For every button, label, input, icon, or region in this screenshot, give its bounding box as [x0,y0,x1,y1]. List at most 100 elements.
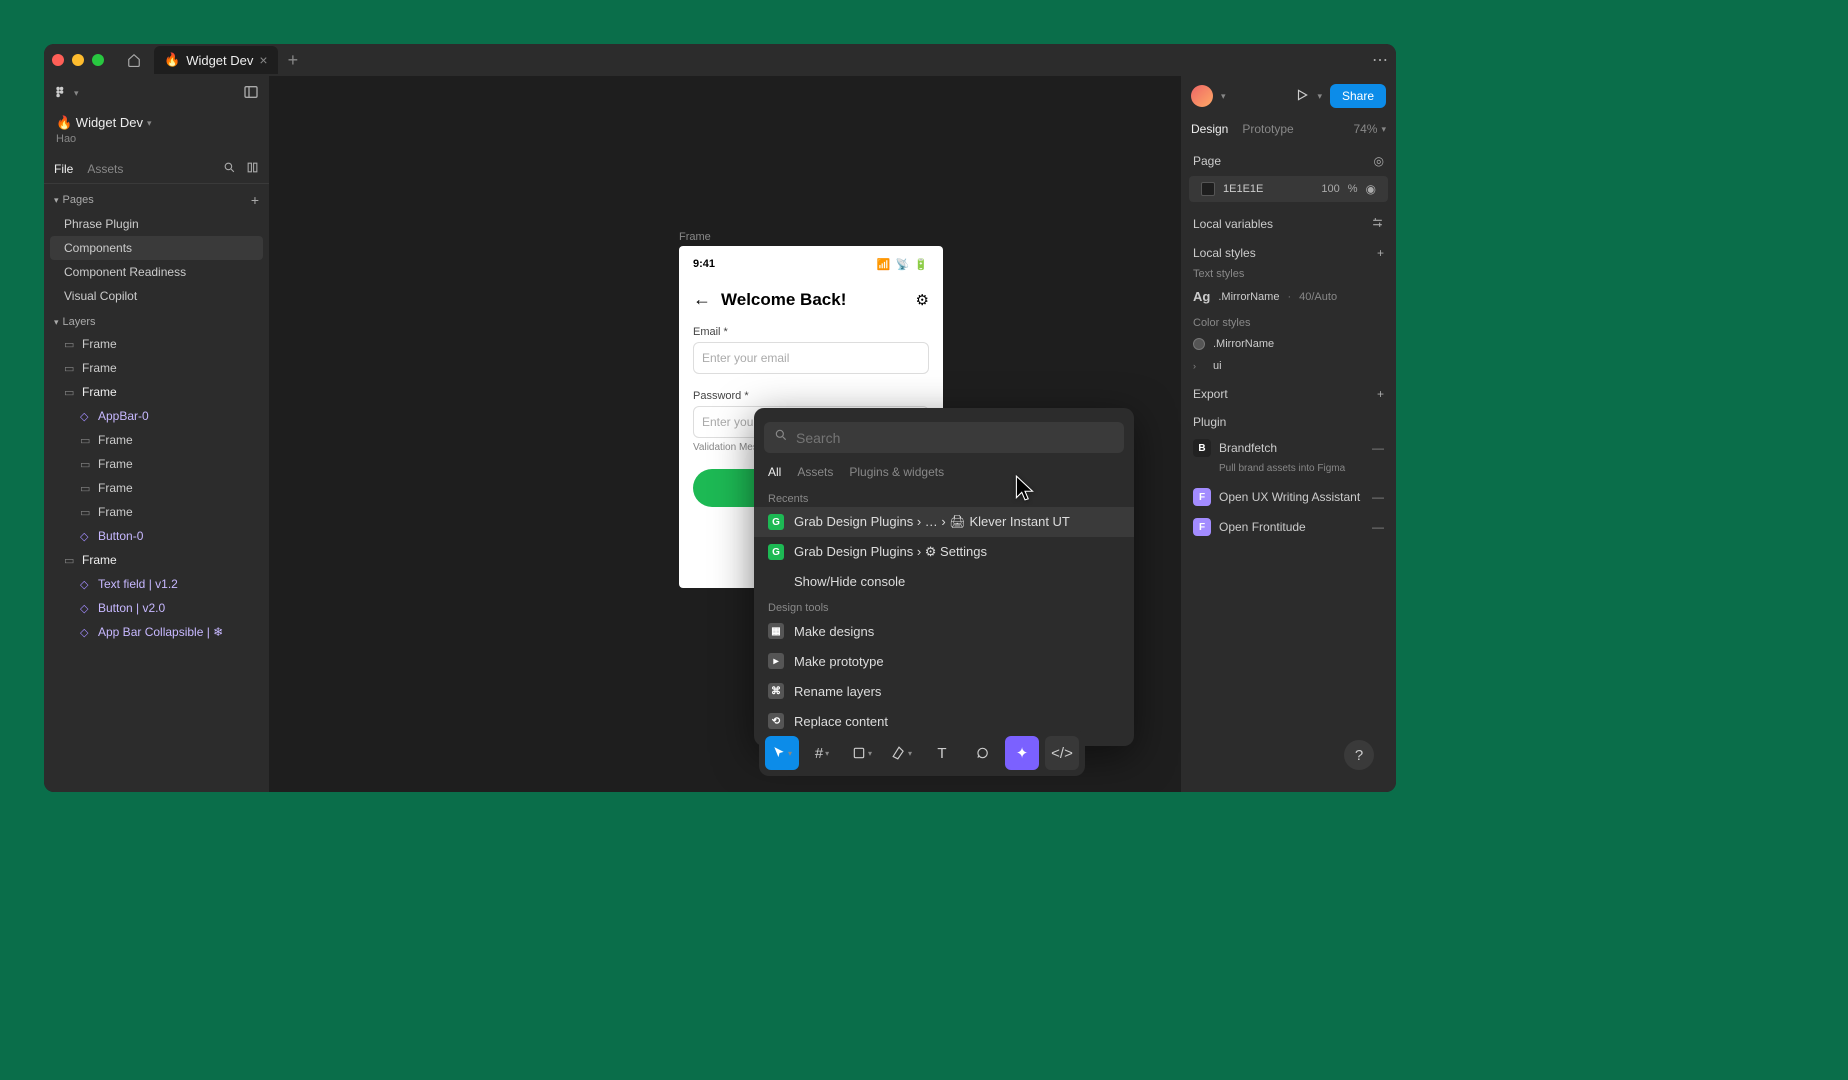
qa-tool-item[interactable]: ▸Make prototype [754,646,1134,676]
canvas[interactable]: Frame 9:41 📶 📡 🔋 ← Welcome Back! ⚙ Email… [269,76,1181,792]
library-icon[interactable] [246,161,259,177]
layers-header[interactable]: ▾ Layers [44,308,269,332]
close-tab-icon[interactable]: × [259,52,267,68]
local-variables-header[interactable]: Local variables [1181,206,1396,236]
pen-tool[interactable]: ▾ [885,736,919,770]
chevron-down-icon[interactable]: ▾ [74,88,79,99]
close-window-icon[interactable] [52,54,64,66]
help-button[interactable]: ? [1344,740,1374,770]
qa-tool-item[interactable]: ▦Make designs [754,616,1134,646]
layer-item[interactable]: ▭Frame [44,332,269,356]
layer-item[interactable]: ▭Frame [44,428,269,452]
remove-plugin-icon[interactable]: — [1372,441,1384,455]
ai-tool[interactable]: ✦ [1005,736,1039,770]
layer-item[interactable]: ◇AppBar-0 [44,404,269,428]
page-item[interactable]: Visual Copilot [44,284,269,308]
text-style-item[interactable]: Ag .MirrorName · 40/Auto [1181,284,1396,309]
dev-mode-toggle[interactable]: </> [1045,736,1079,770]
layer-item[interactable]: ▭Frame [44,356,269,380]
layer-item[interactable]: ▭Frame [44,452,269,476]
chevron-down-icon[interactable]: ▾ [1317,91,1322,102]
home-button[interactable] [120,46,148,74]
search-icon[interactable] [223,161,236,177]
qa-tool-item[interactable]: ⌘Rename layers [754,676,1134,706]
maximize-window-icon[interactable] [92,54,104,66]
layer-item[interactable]: ▭Frame [44,548,269,572]
figma-menu-icon[interactable] [54,85,68,102]
layer-item[interactable]: ◇App Bar Collapsible | ❄ [44,620,269,644]
shape-tool[interactable]: ▾ [845,736,879,770]
tab-file[interactable]: File [54,162,73,176]
move-tool[interactable]: ▾ [765,736,799,770]
qa-tab-assets[interactable]: Assets [797,465,833,479]
qa-recent-item[interactable]: GGrab Design Plugins › ⚙ Settings [754,537,1134,567]
layer-item[interactable]: ▭Frame [44,500,269,524]
tab-prototype[interactable]: Prototype [1242,122,1293,136]
frame-label[interactable]: Frame [679,231,711,243]
qa-search[interactable] [764,422,1124,453]
variables-settings-icon[interactable] [1371,216,1384,232]
export-header[interactable]: Export + [1181,377,1396,405]
panel-toggle-icon[interactable] [243,84,259,103]
project-name-label: 🔥 Widget Dev [56,115,143,131]
qa-item-label: Show/Hide console [794,574,905,589]
tool-icon: ▦ [768,623,784,639]
comment-tool[interactable] [965,736,999,770]
frame-icon: ▭ [80,458,92,471]
layer-item[interactable]: ◇Button | v2.0 [44,596,269,620]
text-style-icon: Ag [1193,289,1210,304]
frame-icon: ▭ [64,554,76,567]
color-style-item[interactable]: .MirrorName [1181,333,1396,355]
add-style-icon[interactable]: + [1377,246,1384,260]
layer-item[interactable]: ▭Frame [44,476,269,500]
qa-recent-item[interactable]: GGrab Design Plugins › … › 🖨 Klever Inst… [754,507,1134,537]
page-item[interactable]: Phrase Plugin [44,212,269,236]
qa-search-input[interactable] [796,430,1114,446]
frame-tool[interactable]: #▾ [805,736,839,770]
chevron-down-icon[interactable]: ▾ [1221,91,1226,102]
more-menu-icon[interactable]: ⋯ [1372,50,1388,70]
tab-design[interactable]: Design [1191,122,1228,136]
plugin-item[interactable]: FOpen UX Writing Assistant— [1181,482,1396,512]
tab-assets[interactable]: Assets [87,162,123,176]
color-group-item[interactable]: › ui [1181,355,1396,377]
layer-item[interactable]: ▭Frame [44,380,269,404]
project-name[interactable]: 🔥 Widget Dev ▾ [44,111,269,133]
qa-recent-item[interactable]: Show/Hide console [754,567,1134,596]
new-tab-button[interactable]: + [288,50,299,71]
layer-item[interactable]: ◇Button-0 [44,524,269,548]
qa-tab-all[interactable]: All [768,465,781,479]
zoom-control[interactable]: 74% ▾ [1353,122,1386,136]
add-export-icon[interactable]: + [1377,387,1384,401]
remove-plugin-icon[interactable]: — [1372,520,1384,534]
back-arrow-icon: ← [693,289,711,310]
qa-item-label: Grab Design Plugins › … › 🖨 Klever Insta… [794,514,1070,530]
page-background-row[interactable]: 1E1E1E 100 % ◉ [1189,176,1388,202]
remove-plugin-icon[interactable]: — [1372,490,1384,504]
layer-item[interactable]: ◇Text field | v1.2 [44,572,269,596]
frame-icon: ▭ [64,338,76,351]
page-item[interactable]: Component Readiness [44,260,269,284]
project-owner: Hao [44,133,269,155]
plugin-item[interactable]: FOpen Frontitude— [1181,512,1396,542]
page-settings-icon[interactable]: ◎ [1374,154,1384,168]
share-button[interactable]: Share [1330,84,1386,108]
minimize-window-icon[interactable] [72,54,84,66]
export-label: Export [1193,387,1228,401]
plugin-item[interactable]: BBrandfetch— [1181,433,1396,463]
status-time: 9:41 [693,258,715,271]
text-tool[interactable]: T [925,736,959,770]
zoom-value: 74% [1353,122,1377,136]
pages-header[interactable]: ▾ Pages + [44,184,269,212]
visibility-toggle-icon[interactable]: ◉ [1366,182,1376,196]
quick-actions-popup: All Assets Plugins & widgets Recents GGr… [754,408,1134,746]
plugin-name: Brandfetch [1219,441,1277,455]
document-tab[interactable]: 🔥 Widget Dev × [154,46,278,74]
tool-icon: ▸ [768,653,784,669]
qa-tab-plugins[interactable]: Plugins & widgets [849,465,944,479]
user-avatar[interactable] [1191,85,1213,107]
add-page-icon[interactable]: + [251,192,259,208]
page-item[interactable]: Components [50,236,263,260]
right-panel-header: ▾ ▾ Share [1181,76,1396,116]
present-button[interactable] [1295,88,1309,105]
